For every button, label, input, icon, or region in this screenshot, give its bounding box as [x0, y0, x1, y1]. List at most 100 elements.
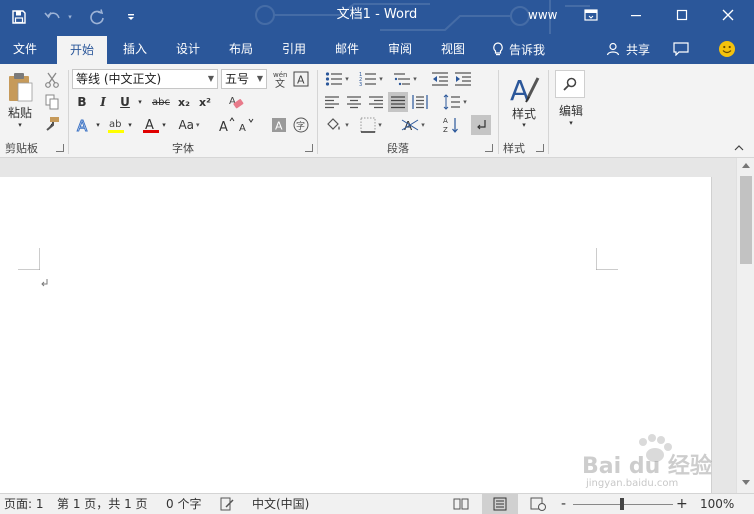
character-shading-button[interactable]: A: [269, 115, 289, 135]
zoom-slider-thumb[interactable]: [620, 498, 624, 510]
underline-button[interactable]: U: [117, 92, 133, 112]
underline-dropdown-icon[interactable]: ▾: [135, 92, 145, 112]
tab-review[interactable]: 审阅: [375, 34, 425, 64]
editing-button[interactable]: [555, 70, 585, 98]
subscript-button[interactable]: x₂: [175, 92, 193, 112]
align-center-button[interactable]: [344, 92, 364, 112]
sort-button[interactable]: AZ: [441, 115, 461, 135]
editing-dropdown-icon[interactable]: ▾: [565, 118, 577, 128]
tab-insert[interactable]: 插入: [110, 34, 160, 64]
tab-view[interactable]: 视图: [428, 34, 478, 64]
line-spacing-button[interactable]: ▾: [440, 92, 470, 112]
highlight-color-button[interactable]: ab: [106, 115, 126, 135]
increase-indent-button[interactable]: [453, 69, 473, 89]
chinese-layout-button[interactable]: A▾: [398, 115, 428, 135]
paste-dropdown-icon[interactable]: ▾: [14, 120, 26, 130]
zoom-in-button[interactable]: +: [676, 494, 688, 514]
maximize-button[interactable]: [659, 0, 705, 30]
shrink-font-button[interactable]: A: [238, 115, 256, 135]
zoom-out-button[interactable]: -: [561, 494, 566, 514]
character-border-icon: A: [293, 71, 309, 87]
minimize-button[interactable]: [613, 0, 659, 30]
comments-button[interactable]: [673, 34, 689, 64]
align-right-button[interactable]: [366, 92, 386, 112]
tab-layout[interactable]: 布局: [216, 34, 266, 64]
svg-text:3: 3: [359, 82, 362, 87]
proofing-icon[interactable]: [220, 497, 234, 514]
bold-button[interactable]: B: [74, 92, 90, 112]
zoom-level[interactable]: 100%: [700, 494, 734, 514]
print-layout-icon: [493, 497, 507, 511]
styles-dropdown-icon[interactable]: ▾: [518, 120, 530, 130]
paragraph-launcher-icon[interactable]: [485, 144, 493, 152]
superscript-button[interactable]: x²: [196, 92, 214, 112]
font-color-button[interactable]: A: [141, 115, 161, 135]
font-color-dropdown-icon[interactable]: ▾: [160, 115, 168, 135]
group-divider: [548, 70, 549, 154]
paintbrush-icon: [46, 117, 59, 131]
numbering-button[interactable]: 1 2 3 ▾: [356, 69, 386, 89]
borders-button[interactable]: ▾: [356, 115, 386, 135]
styles-icon: A: [510, 74, 540, 104]
feedback-smiley-button[interactable]: [718, 34, 736, 64]
distributed-button[interactable]: [410, 92, 430, 112]
font-launcher-icon[interactable]: [305, 144, 313, 152]
close-icon: [722, 9, 734, 21]
scrollbar-thumb[interactable]: [740, 176, 752, 264]
scroll-up-icon[interactable]: [742, 163, 750, 168]
change-case-button[interactable]: Aa ▾: [174, 115, 204, 135]
highlight-dropdown-icon[interactable]: ▾: [126, 115, 134, 135]
close-button[interactable]: [705, 0, 751, 30]
text-effects-button[interactable]: A: [74, 115, 94, 135]
status-word-count[interactable]: 0 个字: [166, 494, 201, 514]
text-effects-dropdown-icon[interactable]: ▾: [94, 115, 102, 135]
strikethrough-button[interactable]: abc: [150, 92, 172, 112]
show-paragraph-marks-button[interactable]: [471, 115, 491, 135]
font-name-combo[interactable]: 等线 (中文正文) ▼: [72, 69, 218, 89]
print-layout-button[interactable]: [482, 494, 518, 514]
font-size-combo[interactable]: 五号 ▼: [221, 69, 267, 89]
tell-me-search[interactable]: 告诉我: [492, 34, 545, 64]
phonetic-guide-button[interactable]: wén 文: [270, 69, 290, 89]
clipboard-launcher-icon[interactable]: [56, 144, 64, 152]
collapse-ribbon-button[interactable]: [732, 142, 746, 154]
share-button[interactable]: 共享: [606, 34, 650, 64]
web-layout-button[interactable]: [530, 497, 546, 514]
align-left-button[interactable]: [322, 92, 342, 112]
tab-mailings[interactable]: 邮件: [322, 34, 372, 64]
shading-button[interactable]: ▾: [322, 115, 352, 135]
status-page[interactable]: 页面: 1: [4, 494, 44, 514]
user-name[interactable]: www: [528, 0, 557, 30]
paste-button[interactable]: [4, 70, 36, 104]
read-mode-button[interactable]: [453, 497, 469, 514]
increase-indent-icon: [455, 72, 471, 86]
enclose-characters-button[interactable]: 字: [291, 115, 311, 135]
styles-launcher-icon[interactable]: [536, 144, 544, 152]
format-painter-button[interactable]: [42, 114, 62, 134]
copy-button[interactable]: [42, 92, 62, 112]
decrease-indent-button[interactable]: [430, 69, 450, 89]
grow-font-button[interactable]: A: [218, 115, 236, 135]
minimize-icon: [631, 15, 641, 17]
character-border-button[interactable]: A: [292, 69, 310, 89]
tab-design[interactable]: 设计: [163, 34, 213, 64]
clear-formatting-button[interactable]: A: [226, 92, 246, 112]
cut-button[interactable]: [42, 70, 62, 90]
multilevel-list-button[interactable]: ▾: [390, 69, 420, 89]
tab-file[interactable]: 文件: [0, 34, 50, 64]
paragraph-mark-icon: [41, 279, 48, 287]
status-language[interactable]: 中文(中国): [252, 494, 309, 514]
watermark: Bai du 经验 jingyan.baidu.com: [580, 430, 750, 500]
align-center-icon: [347, 96, 361, 109]
justify-button[interactable]: [388, 92, 408, 112]
bullets-button[interactable]: ▾: [322, 69, 352, 89]
chevron-down-icon: ▼: [256, 74, 263, 83]
italic-button[interactable]: I: [95, 92, 111, 112]
ribbon-display-options-button[interactable]: [568, 0, 614, 30]
tab-references[interactable]: 引用: [269, 34, 319, 64]
styles-gallery-button[interactable]: A: [506, 70, 542, 106]
svg-text:A: A: [275, 120, 283, 133]
numbering-icon: 123: [359, 72, 377, 87]
status-page-of[interactable]: 第 1 页，共 1 页: [57, 494, 148, 514]
tab-home[interactable]: 开始: [57, 36, 107, 64]
